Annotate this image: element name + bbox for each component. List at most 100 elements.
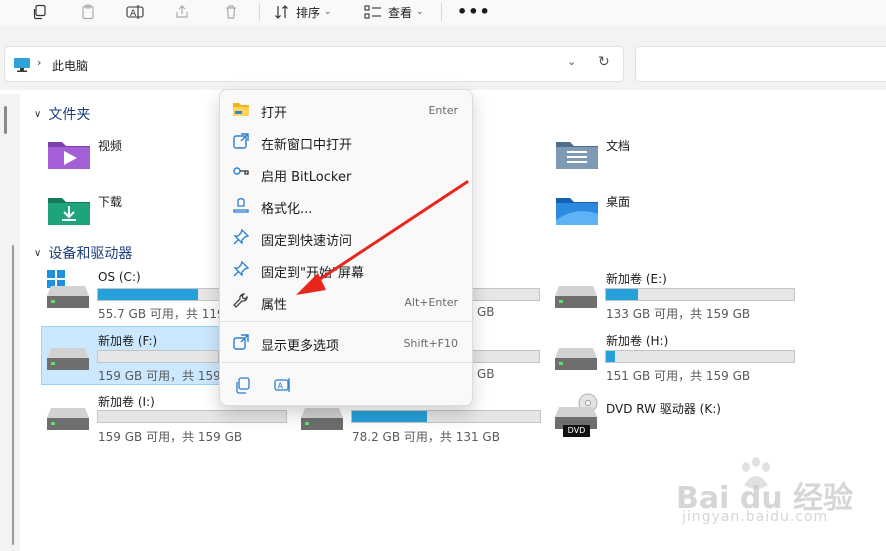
drive-name: OS (C:)	[98, 270, 141, 284]
menu-divider	[221, 362, 473, 363]
chevron-down-icon[interactable]: ⌄	[567, 55, 576, 68]
format-icon	[233, 197, 249, 213]
hard-drive-icon	[47, 348, 89, 370]
drive-usage-bar	[605, 350, 795, 363]
view-button[interactable]: 查看 ⌄	[364, 2, 424, 22]
scrollbar[interactable]	[4, 106, 7, 134]
copy-button[interactable]	[32, 2, 48, 22]
hard-drive-icon	[47, 286, 89, 308]
toolbar-divider	[441, 3, 442, 21]
drive-usage-fill	[606, 351, 616, 362]
drive-capacity-partial: GB	[477, 367, 495, 381]
menu-item-label: 在新窗口中打开	[261, 138, 353, 153]
desktop-folder-icon	[556, 198, 598, 225]
menu-item-label: 属性	[261, 298, 288, 313]
documents-folder-icon	[556, 142, 598, 169]
drive-name: 新加卷 (I:)	[98, 395, 155, 409]
scrollbar[interactable]	[12, 245, 14, 545]
paste-icon	[82, 4, 94, 20]
more-options-button[interactable]: •••	[457, 2, 491, 21]
sort-icon	[275, 5, 288, 19]
section-title: 文件夹	[48, 107, 91, 123]
sort-label: 排序	[296, 5, 321, 20]
section-header-drives[interactable]: ∨ 设备和驱动器	[34, 243, 132, 263]
menu-item-bitlocker[interactable]: 启用 BitLocker	[220, 158, 474, 188]
folder-name: 视频	[98, 139, 123, 153]
trash-icon	[226, 5, 236, 19]
delete-button[interactable]	[223, 2, 239, 22]
hard-drive-icon	[301, 408, 343, 430]
rename-icon[interactable]: A	[274, 376, 292, 394]
menu-item-shortcut: Shift+F10	[403, 337, 458, 350]
folder-name: 桌面	[606, 195, 631, 209]
address-bar[interactable]: › 此电脑 ⌄ ↻	[4, 46, 624, 82]
breadcrumb-chevron-icon[interactable]: ›	[37, 56, 41, 69]
menu-item-open-new-window[interactable]: 在新窗口中打开	[220, 126, 474, 156]
videos-folder-icon	[48, 142, 90, 169]
drive-capacity-partial: GB	[477, 305, 495, 319]
drive-usage-bar	[605, 288, 795, 301]
menu-item-label: 固定到"开始"屏幕	[261, 266, 364, 281]
drive-usage-bar-partial	[473, 288, 540, 301]
hard-drive-icon	[47, 408, 89, 430]
address-bar-row: › 此电脑 ⌄ ↻	[0, 26, 886, 90]
drive-capacity: 151 GB 可用，共 159 GB	[606, 369, 751, 383]
drive-usage-bar-partial	[473, 350, 540, 363]
context-menu: 打开 Enter 在新窗口中打开 启用 BitLocker 格式化... 固定到…	[219, 89, 473, 406]
menu-divider	[221, 321, 473, 322]
drive-capacity: 133 GB 可用，共 159 GB	[606, 307, 751, 321]
downloads-folder-icon	[48, 198, 90, 225]
breadcrumb[interactable]: 此电脑	[52, 57, 88, 74]
chevron-down-icon: ∨	[34, 108, 42, 120]
search-input[interactable]	[635, 46, 886, 82]
rename-icon: A	[126, 5, 144, 19]
drive-capacity: 159 GB 可用，共 159	[98, 369, 221, 383]
folder-name: 文档	[606, 139, 631, 153]
section-title: 设备和驱动器	[48, 246, 133, 262]
hard-drive-icon	[555, 286, 597, 308]
folder-open-icon	[233, 103, 249, 116]
svg-text:A: A	[278, 382, 284, 391]
drive-name: 新加卷 (E:)	[606, 272, 667, 286]
menu-item-pin-start[interactable]: 固定到"开始"屏幕	[220, 254, 474, 284]
menu-item-label: 格式化...	[261, 202, 313, 217]
menu-item-label: 打开	[261, 106, 288, 121]
paste-button[interactable]	[80, 2, 96, 22]
svg-text:A: A	[130, 9, 137, 19]
drive-capacity: 159 GB 可用，共 159 GB	[98, 430, 243, 444]
sort-button[interactable]: 排序 ⌄	[274, 2, 332, 22]
hard-drive-icon	[555, 348, 597, 370]
menu-item-format[interactable]: 格式化...	[220, 190, 474, 220]
copy-icon	[33, 4, 46, 20]
drive-usage-bar	[351, 410, 541, 423]
refresh-icon[interactable]: ↻	[598, 54, 610, 70]
toolbar-divider	[259, 3, 260, 21]
view-icon	[364, 5, 381, 19]
share-button[interactable]	[174, 2, 190, 22]
open-new-window-icon	[233, 133, 249, 149]
menu-item-shortcut: Alt+Enter	[404, 296, 458, 309]
menu-item-pin-quick-access[interactable]: 固定到快速访问	[220, 222, 474, 252]
dvd-badge: DVD	[563, 425, 590, 437]
folder-name: 下载	[98, 195, 123, 209]
drive-capacity: 78.2 GB 可用，共 131 GB	[352, 430, 500, 444]
rename-button[interactable]: A	[126, 2, 144, 22]
drive-name: 新加卷 (F:)	[98, 334, 158, 348]
section-header-folders[interactable]: ∨ 文件夹	[34, 104, 90, 124]
drive-name: DVD RW 驱动器 (K:)	[606, 402, 721, 416]
chevron-down-icon: ⌄	[324, 7, 332, 17]
menu-item-label: 启用 BitLocker	[261, 170, 352, 185]
drive-usage-fill	[98, 289, 198, 300]
view-label: 查看	[388, 5, 413, 20]
menu-item-properties[interactable]: 属性 Alt+Enter	[220, 286, 474, 316]
menu-item-label: 固定到快速访问	[261, 234, 353, 249]
show-more-icon	[233, 334, 249, 350]
share-icon	[176, 5, 188, 18]
drive-name: 新加卷 (H:)	[606, 334, 669, 348]
menu-item-show-more[interactable]: 显示更多选项 Shift+F10	[220, 327, 474, 357]
chevron-down-icon: ⌄	[416, 7, 424, 17]
chevron-down-icon: ∨	[34, 247, 42, 259]
pin-icon	[233, 260, 250, 277]
menu-item-open[interactable]: 打开 Enter	[220, 94, 474, 124]
copy-icon[interactable]	[234, 376, 252, 394]
